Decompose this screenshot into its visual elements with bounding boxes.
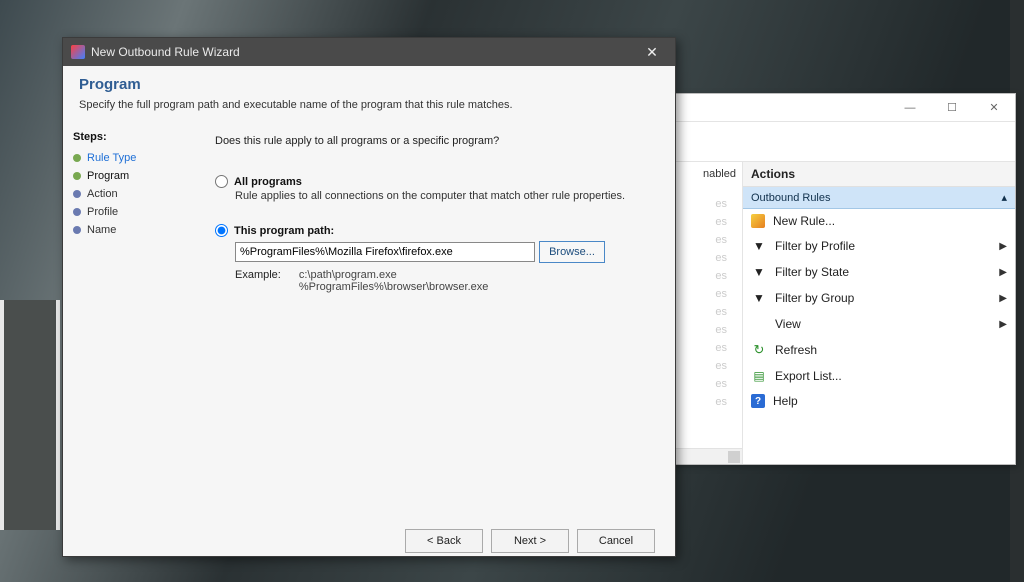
funnel-icon: ▼ bbox=[751, 264, 767, 280]
option-program-path[interactable]: This program path: bbox=[215, 224, 653, 237]
next-button[interactable]: Next > bbox=[491, 529, 569, 553]
wizard-titlebar[interactable]: New Outbound Rule Wizard ✕ bbox=[63, 38, 675, 66]
action-new-rule[interactable]: New Rule... bbox=[743, 209, 1015, 233]
wizard-steps-nav: Steps: Rule Type Program Action Profile … bbox=[63, 125, 193, 515]
blank-icon bbox=[751, 316, 767, 332]
wizard-header: Program Specify the full program path an… bbox=[63, 66, 675, 125]
step-label: Action bbox=[87, 188, 118, 200]
action-label: Refresh bbox=[775, 343, 817, 357]
column-header-enabled[interactable]: nabled bbox=[703, 168, 736, 180]
step-bullet-icon bbox=[73, 226, 81, 234]
step-label: Program bbox=[87, 170, 129, 182]
window-title: New Outbound Rule Wizard bbox=[91, 45, 637, 59]
step-label: Rule Type bbox=[87, 152, 136, 164]
submenu-arrow-icon: ▶ bbox=[999, 267, 1007, 278]
example-value-1: c:\path\program.exe bbox=[299, 269, 489, 281]
funnel-icon: ▼ bbox=[751, 238, 767, 254]
step-bullet-icon bbox=[73, 190, 81, 198]
maximize-button[interactable]: ☐ bbox=[931, 94, 973, 122]
wizard-footer: < Back Next > Cancel bbox=[63, 515, 675, 553]
step-bullet-icon bbox=[73, 172, 81, 180]
collapse-icon: ▴ bbox=[1001, 191, 1007, 204]
actions-section-title[interactable]: Outbound Rules ▴ bbox=[743, 187, 1015, 209]
action-label: Filter by Profile bbox=[775, 239, 855, 253]
funnel-icon: ▼ bbox=[751, 290, 767, 306]
action-label: New Rule... bbox=[773, 214, 835, 228]
step-label: Profile bbox=[87, 206, 118, 218]
action-refresh[interactable]: Refresh bbox=[743, 337, 1015, 363]
all-programs-label: All programs bbox=[234, 176, 302, 188]
back-button[interactable]: < Back bbox=[405, 529, 483, 553]
firewall-icon bbox=[71, 45, 85, 59]
cancel-button[interactable]: Cancel bbox=[577, 529, 655, 553]
action-label: Filter by State bbox=[775, 265, 849, 279]
example-block: Example: c:\path\program.exe %ProgramFil… bbox=[235, 269, 653, 293]
example-value-2: %ProgramFiles%\browser\browser.exe bbox=[299, 281, 489, 293]
export-icon bbox=[751, 368, 767, 384]
action-filter-state[interactable]: ▼ Filter by State ▶ bbox=[743, 259, 1015, 285]
action-label: Filter by Group bbox=[775, 291, 854, 305]
action-label: View bbox=[775, 317, 801, 331]
step-action: Action bbox=[73, 185, 183, 203]
step-label: Name bbox=[87, 224, 116, 236]
actions-header: Actions bbox=[743, 162, 1015, 187]
step-program[interactable]: Program bbox=[73, 167, 183, 185]
all-programs-radio[interactable] bbox=[215, 175, 228, 188]
steps-heading: Steps: bbox=[73, 131, 183, 143]
step-profile: Profile bbox=[73, 203, 183, 221]
action-view[interactable]: View ▶ bbox=[743, 311, 1015, 337]
wizard-window: New Outbound Rule Wizard ✕ Program Speci… bbox=[62, 37, 676, 557]
prompt-text: Does this rule apply to all programs or … bbox=[215, 135, 653, 147]
browse-button[interactable]: Browse... bbox=[539, 241, 605, 263]
actions-section-label: Outbound Rules bbox=[751, 192, 831, 204]
help-icon: ? bbox=[751, 394, 765, 408]
step-bullet-icon bbox=[73, 208, 81, 216]
program-path-label: This program path: bbox=[234, 225, 334, 237]
actions-pane: Actions Outbound Rules ▴ New Rule... ▼ F… bbox=[743, 162, 1015, 464]
wizard-main: Does this rule apply to all programs or … bbox=[193, 125, 675, 515]
step-bullet-icon bbox=[73, 154, 81, 162]
step-rule-type[interactable]: Rule Type bbox=[73, 149, 183, 167]
submenu-arrow-icon: ▶ bbox=[999, 319, 1007, 330]
close-button[interactable]: ✕ bbox=[637, 42, 667, 62]
action-help[interactable]: ? Help bbox=[743, 389, 1015, 413]
submenu-arrow-icon: ▶ bbox=[999, 241, 1007, 252]
page-title: Program bbox=[79, 76, 659, 93]
action-label: Help bbox=[773, 394, 798, 408]
action-filter-group[interactable]: ▼ Filter by Group ▶ bbox=[743, 285, 1015, 311]
background-decor bbox=[0, 300, 60, 530]
refresh-icon bbox=[751, 342, 767, 358]
minimize-button[interactable]: — bbox=[889, 94, 931, 122]
close-button[interactable]: ✕ bbox=[973, 94, 1015, 122]
action-label: Export List... bbox=[775, 369, 842, 383]
submenu-arrow-icon: ▶ bbox=[999, 293, 1007, 304]
program-path-input[interactable] bbox=[235, 242, 535, 262]
step-name: Name bbox=[73, 221, 183, 239]
action-filter-profile[interactable]: ▼ Filter by Profile ▶ bbox=[743, 233, 1015, 259]
page-subtitle: Specify the full program path and execut… bbox=[79, 99, 659, 111]
all-programs-desc: Rule applies to all connections on the c… bbox=[235, 190, 653, 202]
new-rule-icon bbox=[751, 214, 765, 228]
program-path-radio[interactable] bbox=[215, 224, 228, 237]
scroll-arrow-right[interactable] bbox=[728, 451, 740, 463]
action-export[interactable]: Export List... bbox=[743, 363, 1015, 389]
option-all-programs[interactable]: All programs bbox=[215, 175, 653, 188]
example-label: Example: bbox=[235, 269, 281, 293]
